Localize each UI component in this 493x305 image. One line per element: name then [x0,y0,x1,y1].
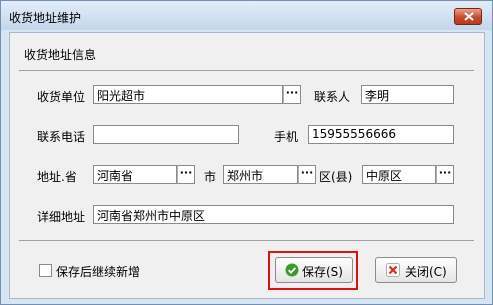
unit-lookup-button[interactable]: ··· [283,85,301,104]
unit-label: 收货单位 [37,90,86,104]
save-highlight-box [268,251,358,290]
close-button[interactable]: 关闭(C) [375,257,457,283]
detail-address-field[interactable]: 河南省郑州市中原区 [93,205,454,224]
close-icon [464,12,474,21]
address-dialog: 收货地址维护 收货地址信息 收货单位 阳光超市 ··· 联系人 李明 联系电话 … [0,0,493,305]
city-lookup-button[interactable]: ··· [298,165,316,184]
detail-address-label: 详细地址 [37,210,86,224]
province-field[interactable]: 河南省 [93,165,177,184]
footer-divider [19,240,474,241]
contact-label: 联系人 [314,90,351,104]
district-label: 区(县) [319,170,353,184]
continue-checkbox[interactable] [39,264,52,277]
red-x-icon [386,263,400,277]
city-label: 市 [204,170,217,184]
window-close-button[interactable] [454,8,482,25]
phone-label: 联系电话 [37,130,86,144]
title-bar[interactable]: 收货地址维护 [1,1,492,30]
window-title: 收货地址维护 [9,11,82,25]
mobile-field[interactable]: 15955556666 [308,125,454,144]
continue-checkbox-label[interactable]: 保存后继续新增 [56,263,140,280]
province-lookup-button[interactable]: ··· [177,165,195,184]
unit-field[interactable]: 阳光超市 [93,85,283,104]
city-field[interactable]: 郑州市 [223,165,298,184]
mobile-label: 手机 [274,130,299,144]
close-button-label: 关闭(C) [405,265,447,279]
address-label: 地址.省 [37,170,77,184]
section-divider [19,70,474,71]
district-lookup-button[interactable]: ··· [436,165,454,184]
phone-field[interactable] [93,125,239,144]
district-field[interactable]: 中原区 [362,165,436,184]
section-title: 收货地址信息 [24,48,97,62]
contact-field[interactable]: 李明 [361,85,454,104]
